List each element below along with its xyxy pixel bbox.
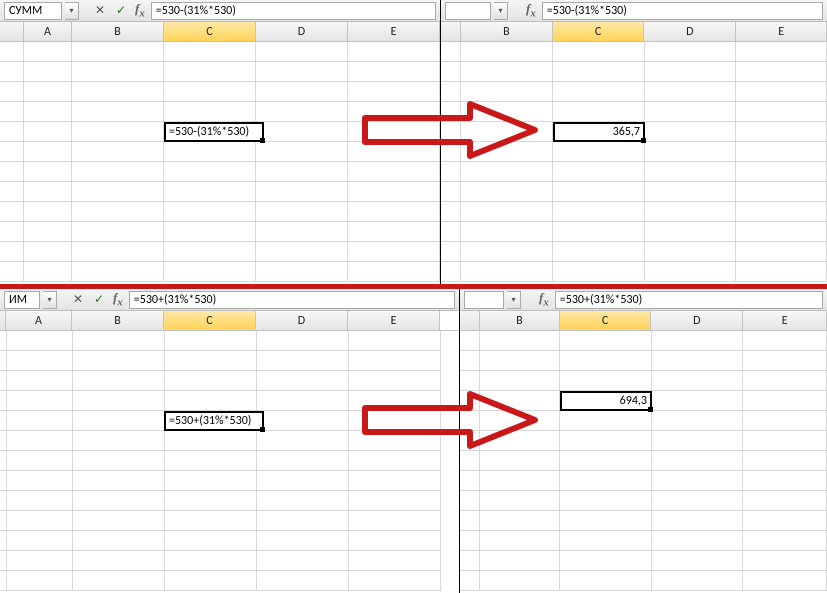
- fx-icon[interactable]: fx: [526, 1, 536, 20]
- name-box-dropdown-icon[interactable]: ▾: [507, 291, 521, 309]
- column-headers: A B C D E: [0, 22, 440, 42]
- col-header-E[interactable]: E: [736, 22, 827, 41]
- col-header-B[interactable]: B: [461, 22, 553, 41]
- name-box-dropdown-icon[interactable]: ▾: [43, 291, 57, 309]
- col-header-C[interactable]: C: [553, 22, 645, 41]
- col-header-E[interactable]: E: [743, 311, 827, 330]
- fx-icon[interactable]: fx: [113, 290, 123, 309]
- column-headers: A B C D E: [0, 311, 459, 331]
- name-box[interactable]: [464, 291, 504, 309]
- formula-bar: ▾ fx =530-(31%*530): [441, 0, 827, 22]
- column-headers: B C D E: [460, 311, 827, 331]
- name-box[interactable]: ИМ: [4, 291, 40, 309]
- col-header-E[interactable]: E: [348, 22, 440, 41]
- col-header-A[interactable]: A: [24, 22, 72, 41]
- col-header-B[interactable]: B: [72, 22, 164, 41]
- fx-icon[interactable]: fx: [539, 290, 549, 309]
- formula-bar: ▾ fx =530+(31%*530): [460, 289, 827, 311]
- pane-top-right: ▾ fx =530-(31%*530) B C D E 365,7: [440, 0, 827, 284]
- formula-bar: ИМ ▾ ✕ ✓ fx =530+(31%*530): [0, 289, 459, 311]
- col-header-C[interactable]: C: [164, 22, 256, 41]
- formula-input[interactable]: =530-(31%*530): [542, 2, 823, 20]
- col-header-A[interactable]: A: [6, 311, 72, 330]
- grid[interactable]: =530+(31%*530): [0, 331, 459, 591]
- formula-input[interactable]: =530+(31%*530): [129, 291, 455, 309]
- col-header-D[interactable]: D: [256, 22, 348, 41]
- col-header-D[interactable]: D: [651, 311, 743, 330]
- select-all-corner[interactable]: [460, 311, 480, 330]
- col-header-E[interactable]: E: [348, 311, 440, 330]
- pane-top-left: СУММ ▾ ✕ ✓ fx =530-(31%*530) A B C D E =…: [0, 0, 440, 284]
- col-header-D[interactable]: D: [256, 311, 348, 330]
- name-box-dropdown-icon[interactable]: ▾: [65, 2, 79, 20]
- grid[interactable]: 365,7: [441, 42, 827, 282]
- name-box-dropdown-icon[interactable]: ▾: [494, 2, 508, 20]
- column-headers: B C D E: [441, 22, 827, 42]
- col-header-B[interactable]: B: [72, 311, 164, 330]
- pane-bottom-left: ИМ ▾ ✕ ✓ fx =530+(31%*530) A B C D E =53…: [0, 289, 459, 593]
- cancel-icon[interactable]: ✕: [69, 291, 87, 309]
- col-header-C[interactable]: C: [560, 311, 652, 330]
- formula-input[interactable]: =530-(31%*530): [151, 2, 436, 20]
- name-box[interactable]: СУММ: [4, 2, 62, 20]
- col-header-C[interactable]: C: [164, 311, 256, 330]
- select-all-corner[interactable]: [441, 22, 461, 41]
- fx-icon[interactable]: fx: [135, 1, 145, 20]
- col-header-D[interactable]: D: [644, 22, 736, 41]
- grid[interactable]: =530-(31%*530): [0, 42, 440, 282]
- grid[interactable]: 694,3: [460, 331, 827, 591]
- formula-input[interactable]: =530+(31%*530): [555, 291, 823, 309]
- enter-icon[interactable]: ✓: [90, 291, 108, 309]
- select-all-corner[interactable]: [0, 22, 24, 41]
- formula-bar: СУММ ▾ ✕ ✓ fx =530-(31%*530): [0, 0, 440, 22]
- col-header-B[interactable]: B: [480, 311, 560, 330]
- enter-icon[interactable]: ✓: [112, 2, 130, 20]
- name-box[interactable]: [445, 2, 491, 20]
- pane-bottom-right: ▾ fx =530+(31%*530) B C D E 694,3: [459, 289, 827, 593]
- cancel-icon[interactable]: ✕: [91, 2, 109, 20]
